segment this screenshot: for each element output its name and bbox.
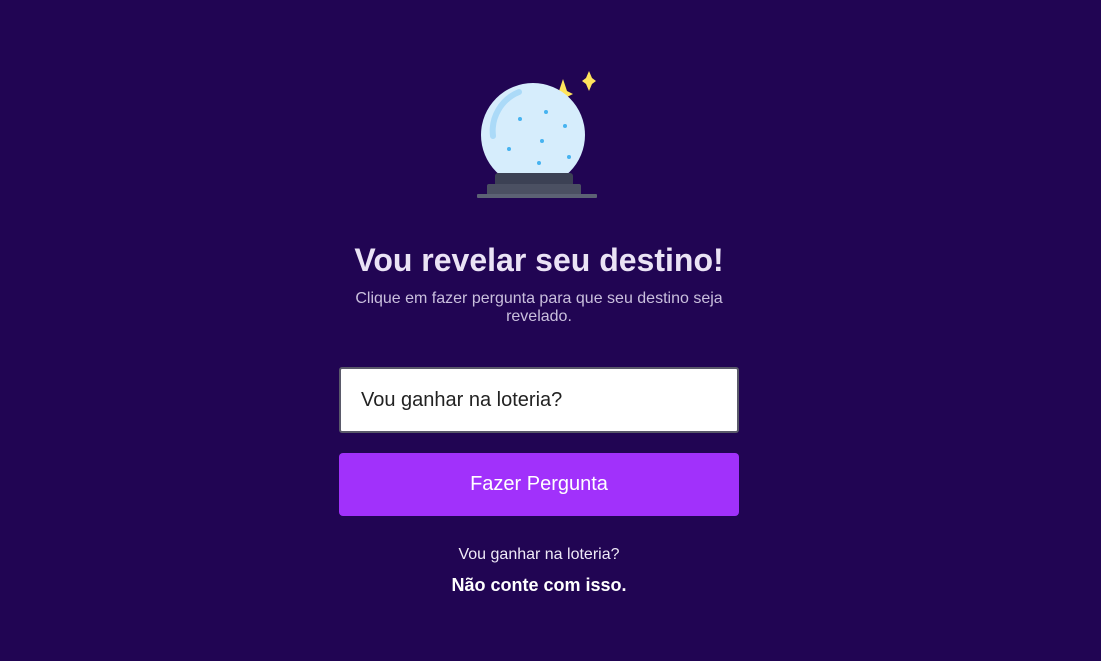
sparkle-small-icon	[582, 71, 596, 91]
crystal-ball-icon	[477, 71, 597, 198]
question-input[interactable]	[339, 367, 739, 433]
fortune-app: Vou revelar seu destino! Clique em fazer…	[339, 0, 739, 596]
page-subtitle: Clique em fazer pergunta para que seu de…	[355, 290, 723, 325]
result-question: Vou ganhar na loteria?	[458, 546, 620, 563]
result-answer: Não conte com isso.	[451, 575, 627, 595]
ask-question-button[interactable]: Fazer Pergunta	[339, 453, 739, 516]
page-title: Vou revelar seu destino!	[354, 242, 724, 278]
crystal-ball-illustration	[469, 70, 609, 200]
